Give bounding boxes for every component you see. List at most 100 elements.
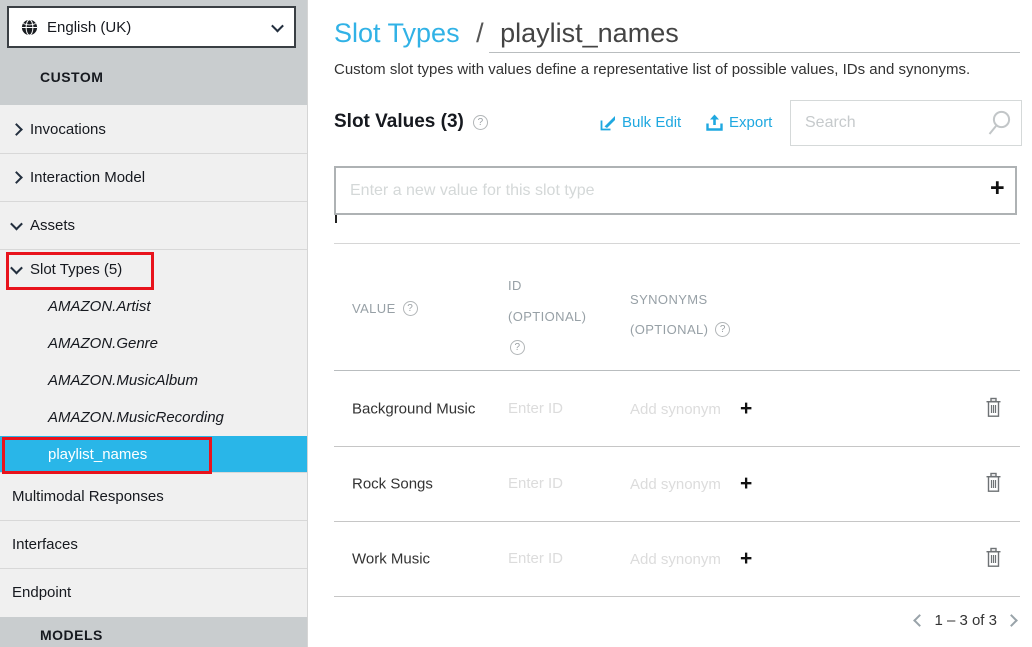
add-value-button[interactable]: + (990, 176, 1005, 201)
add-synonym-input[interactable] (630, 551, 730, 568)
sidebar-bottom-section: MODELS (0, 617, 307, 647)
trash-icon (985, 473, 1002, 493)
bulk-edit-button[interactable]: Bulk Edit (600, 114, 681, 131)
trash-icon (985, 398, 1002, 418)
slot-value-text[interactable]: Background Music (352, 401, 475, 418)
pagination-next-icon[interactable] (1005, 614, 1018, 627)
sidebar-item-label: Slot Types (5) (30, 261, 122, 278)
sidebar-item-amazon-musicalbum[interactable]: AMAZON.MusicAlbum (0, 362, 307, 399)
slot-id-input[interactable] (508, 550, 618, 567)
delete-value-button[interactable] (985, 398, 1002, 421)
chevron-right-icon (10, 171, 23, 184)
slot-id-cell (508, 475, 618, 493)
title-underline (489, 52, 1020, 53)
sidebar-item-assets[interactable]: Assets (0, 201, 307, 249)
help-icon[interactable]: ? (510, 340, 525, 355)
page-description: Custom slot types with values define a r… (334, 61, 970, 78)
search-box (790, 100, 1022, 146)
column-header-synonyms-line2: (OPTIONAL) (630, 322, 708, 337)
column-header-id: ID (OPTIONAL) ? (508, 270, 586, 363)
page-title[interactable]: playlist_names (500, 18, 679, 48)
slot-id-cell (508, 400, 618, 418)
upload-icon (706, 114, 723, 131)
chevron-right-icon (10, 123, 23, 136)
delete-value-button[interactable] (985, 473, 1002, 496)
column-header-id-line2: (OPTIONAL) (508, 309, 586, 324)
breadcrumb-separator: / (476, 18, 484, 48)
sidebar-item-label: Interaction Model (30, 169, 145, 186)
pagination-label: 1 – 3 of 3 (934, 612, 997, 629)
column-header-synonyms: SYNONYMS (OPTIONAL)? (630, 285, 730, 345)
text-cursor-artifact (335, 215, 337, 223)
synonym-cell: + (630, 399, 752, 419)
slot-value-row: Work Music + (334, 522, 1020, 597)
sidebar-item-label: AMAZON.Artist (48, 298, 151, 315)
sidebar-item-label: Endpoint (12, 584, 71, 601)
sidebar-item-label: AMAZON.MusicAlbum (48, 372, 198, 389)
edit-icon (600, 115, 616, 131)
delete-value-button[interactable] (985, 548, 1002, 571)
chevron-down-icon (10, 218, 23, 231)
breadcrumb: Slot Types / playlist_names (334, 18, 679, 49)
slot-id-cell (508, 550, 618, 568)
add-synonym-button[interactable]: + (740, 549, 752, 569)
add-synonym-button[interactable]: + (740, 474, 752, 494)
chevron-down-icon (271, 19, 284, 32)
sidebar-item-interaction-model[interactable]: Interaction Model (0, 153, 307, 201)
slot-value-text[interactable]: Rock Songs (352, 476, 433, 493)
column-header-value-text: VALUE (352, 301, 396, 316)
sidebar-item-amazon-genre[interactable]: AMAZON.Genre (0, 325, 307, 362)
sidebar-top-section: English (UK) CUSTOM (0, 0, 307, 105)
table-header: VALUE? ID (OPTIONAL) ? SYNONYMS (OPTIONA… (334, 243, 1020, 371)
globe-icon (21, 19, 38, 36)
chevron-down-icon (10, 261, 23, 274)
sidebar-item-slot-types[interactable]: Slot Types (5) (0, 249, 307, 288)
add-synonym-input[interactable] (630, 476, 730, 493)
export-label: Export (729, 114, 772, 131)
sidebar-item-endpoint[interactable]: Endpoint (0, 568, 307, 616)
column-header-value: VALUE? (352, 301, 418, 316)
pagination: 1 – 3 of 3 (915, 612, 1016, 629)
new-slot-value-input[interactable] (334, 166, 1017, 215)
alexa-console-slot-types-screen: English (UK) CUSTOM Invocations Interact… (0, 0, 1032, 647)
sidebar-item-label: Invocations (30, 121, 106, 138)
help-icon[interactable]: ? (473, 115, 488, 130)
sidebar-item-label: Interfaces (12, 536, 78, 553)
help-icon[interactable]: ? (715, 322, 730, 337)
column-header-synonyms-line1: SYNONYMS (630, 292, 708, 307)
sidebar-item-interfaces[interactable]: Interfaces (0, 520, 307, 568)
sidebar-section-custom: CUSTOM (40, 69, 103, 85)
synonym-cell: + (630, 549, 752, 569)
sidebar-item-amazon-artist[interactable]: AMAZON.Artist (0, 288, 307, 325)
magnifier-icon (986, 109, 1014, 137)
new-slot-value-box (334, 166, 1017, 215)
trash-icon (985, 548, 1002, 568)
bulk-edit-label: Bulk Edit (622, 114, 681, 131)
slot-value-row: Rock Songs + (334, 447, 1020, 522)
sidebar-item-label: Multimodal Responses (12, 488, 164, 505)
breadcrumb-slot-types-link[interactable]: Slot Types (334, 18, 460, 48)
slot-id-input[interactable] (508, 475, 618, 492)
main-content: Slot Types / playlist_names Custom slot … (308, 0, 1032, 647)
help-icon[interactable]: ? (403, 301, 418, 316)
sidebar-item-invocations[interactable]: Invocations (0, 105, 307, 153)
sidebar-item-label: AMAZON.MusicRecording (48, 409, 224, 426)
sidebar-nav: Invocations Interaction Model Assets Slo… (0, 105, 307, 616)
add-synonym-button[interactable]: + (740, 399, 752, 419)
slot-value-text[interactable]: Work Music (352, 551, 430, 568)
export-button[interactable]: Export (706, 114, 772, 131)
sidebar-item-multimodal-responses[interactable]: Multimodal Responses (0, 472, 307, 520)
add-synonym-input[interactable] (630, 401, 730, 418)
column-header-id-line1: ID (508, 278, 522, 293)
sidebar-item-playlist-names[interactable]: playlist_names (0, 436, 307, 472)
slot-values-heading-text: Slot Values (3) (334, 111, 464, 132)
sidebar-item-amazon-musicrecording[interactable]: AMAZON.MusicRecording (0, 399, 307, 436)
sidebar-item-label: AMAZON.Genre (48, 335, 158, 352)
slot-values-heading: Slot Values (3)? (334, 111, 488, 133)
language-selector[interactable]: English (UK) (7, 6, 296, 48)
slot-id-input[interactable] (508, 400, 618, 417)
sidebar-section-models: MODELS (40, 627, 103, 643)
sidebar-item-label: Assets (30, 217, 75, 234)
pagination-prev-icon[interactable] (914, 614, 927, 627)
synonym-cell: + (630, 474, 752, 494)
